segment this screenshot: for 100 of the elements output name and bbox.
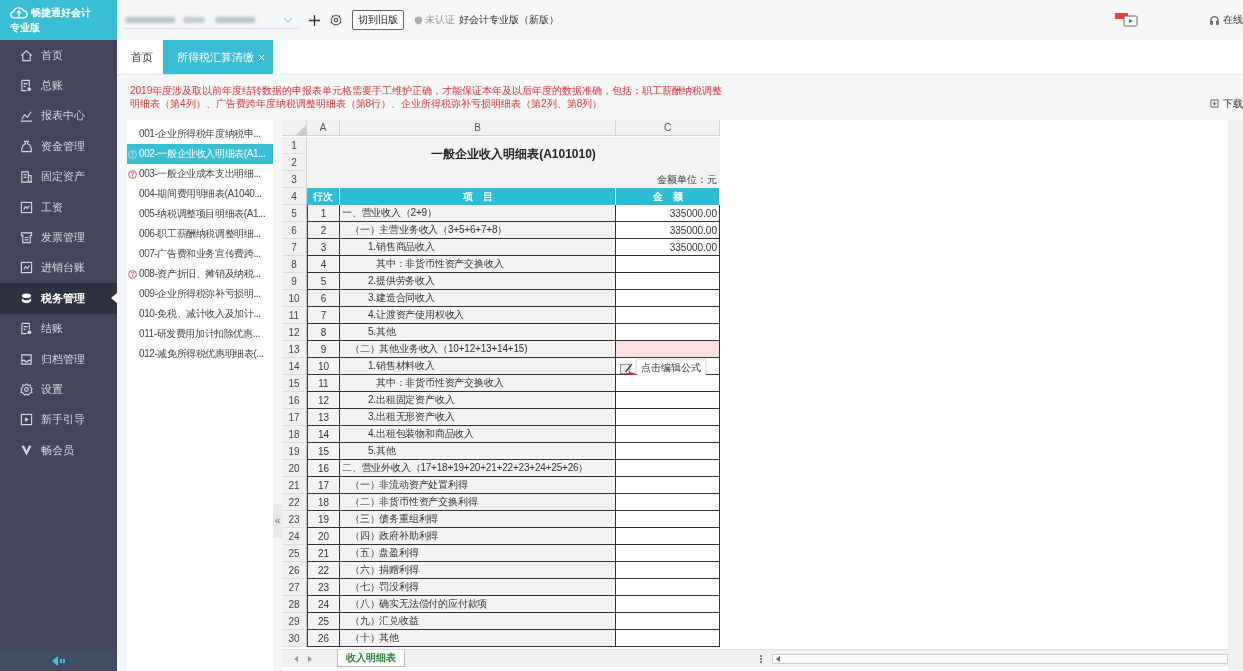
table-cell[interactable]: 点击编辑公式 bbox=[616, 358, 720, 375]
settings-icon[interactable] bbox=[330, 14, 342, 26]
download-button[interactable]: 下载 bbox=[1210, 96, 1243, 111]
row-number: 14 bbox=[282, 358, 307, 375]
sidebar-item[interactable]: 进销台账 bbox=[0, 252, 117, 284]
table-cell[interactable] bbox=[616, 477, 720, 494]
report-list-item[interactable]: 009-企业所得税弥补亏损明... bbox=[127, 284, 273, 304]
table-cell[interactable] bbox=[616, 630, 720, 647]
column-header[interactable]: C bbox=[616, 120, 720, 136]
sidebar-item[interactable]: 税务管理 bbox=[0, 283, 117, 314]
table-cell: （五）盘盈利得 bbox=[340, 545, 616, 562]
switch-old-version-button[interactable]: 切到旧版 bbox=[352, 10, 404, 30]
table-cell: 3.建造合同收入 bbox=[340, 290, 616, 307]
row-number: 22 bbox=[282, 494, 307, 511]
table-cell[interactable] bbox=[616, 443, 720, 460]
report-list-item[interactable]: 001-企业所得税年度纳税申... bbox=[127, 124, 273, 144]
sidebar-item[interactable]: 新手引导 bbox=[0, 404, 117, 436]
table-cell[interactable]: 335000.00 bbox=[616, 239, 720, 256]
settings-icon bbox=[20, 383, 33, 396]
product-name: 好会计专业版（新版） bbox=[459, 13, 559, 27]
vertical-scrollbar[interactable] bbox=[1228, 120, 1243, 671]
table-cell[interactable] bbox=[616, 528, 720, 545]
sheet-tab[interactable]: 收入明细表 bbox=[337, 650, 405, 667]
report-list-item[interactable]: 010-免税、减计收入及加计... bbox=[127, 304, 273, 324]
sidebar-item[interactable]: 报表中心 bbox=[0, 100, 117, 132]
table-cell[interactable] bbox=[616, 392, 720, 409]
table-cell[interactable] bbox=[616, 426, 720, 443]
table-cell: 1.销售材料收入 bbox=[340, 358, 616, 375]
table-cell[interactable] bbox=[616, 562, 720, 579]
table-cell: （一）主营业务收入（3+5+6+7+8） bbox=[340, 222, 616, 239]
table-cell[interactable] bbox=[616, 290, 720, 307]
row-number: 16 bbox=[282, 392, 307, 409]
table-cell[interactable] bbox=[616, 545, 720, 562]
sidebar-item[interactable]: 归档管理 bbox=[0, 343, 117, 375]
formula-edit-icon[interactable] bbox=[620, 362, 633, 374]
table-cell: 15 bbox=[307, 443, 340, 460]
table-cell[interactable] bbox=[616, 511, 720, 528]
table-cell: （四）政府补助利得 bbox=[340, 528, 616, 545]
sidebar-item[interactable]: 设置 bbox=[0, 374, 117, 405]
row-number: 12 bbox=[282, 324, 307, 341]
table-cell: 14 bbox=[307, 426, 340, 443]
headset-icon bbox=[1209, 14, 1220, 26]
sidebar-item[interactable]: 发票管理 bbox=[0, 222, 117, 253]
plus-icon[interactable] bbox=[309, 14, 320, 26]
table-cell[interactable] bbox=[616, 341, 720, 358]
sidebar-item[interactable]: 结账 bbox=[0, 313, 117, 344]
table-cell: 一、营业收入（2+9） bbox=[340, 205, 616, 222]
chevron-down-icon bbox=[283, 16, 293, 23]
table-cell[interactable] bbox=[616, 460, 720, 477]
report-list-item[interactable]: 004-期间费用明细表(A1040... bbox=[127, 184, 273, 204]
sidebar-item[interactable]: 总账 bbox=[0, 70, 117, 101]
table-cell: 5.其他 bbox=[340, 443, 616, 460]
table-cell[interactable]: 335000.00 bbox=[616, 222, 720, 239]
tab[interactable]: 首页 bbox=[121, 40, 163, 74]
collapse-panel-button[interactable]: « bbox=[273, 503, 282, 538]
table-cell: 1.销售商品收入 bbox=[340, 239, 616, 256]
table-cell[interactable] bbox=[616, 273, 720, 290]
table-cell: 12 bbox=[307, 392, 340, 409]
stack-icon bbox=[20, 291, 33, 305]
sidebar-item[interactable]: 工资 bbox=[0, 191, 117, 223]
sheet-title: 一般企业收入明细表(A101010) bbox=[307, 137, 720, 171]
table-cell: 4.让渡资产使用权收入 bbox=[340, 307, 616, 324]
tray-icon bbox=[20, 352, 33, 366]
table-cell: 7 bbox=[307, 307, 340, 324]
table-cell[interactable]: 335000.00 bbox=[616, 205, 720, 222]
sidebar-item[interactable]: 固定资产 bbox=[0, 161, 117, 192]
table-cell[interactable] bbox=[616, 324, 720, 341]
sidebar-item[interactable]: 首页 bbox=[0, 40, 117, 71]
table-cell: 6 bbox=[307, 290, 340, 307]
row-number: 11 bbox=[282, 307, 307, 324]
table-cell: 3.出租无形资产收入 bbox=[340, 409, 616, 426]
report-list-item[interactable]: 006-职工薪酬纳税调整明细... bbox=[127, 224, 273, 244]
online-service-button[interactable]: 在线 bbox=[1209, 13, 1243, 27]
table-cell[interactable] bbox=[616, 494, 720, 511]
column-header[interactable]: B bbox=[340, 120, 616, 136]
table-cell[interactable] bbox=[616, 409, 720, 426]
table-cell: （六）捐赠利得 bbox=[340, 562, 616, 579]
sidebar-item[interactable]: 畅会员 bbox=[0, 435, 117, 466]
horizontal-scrollbar[interactable] bbox=[772, 653, 1228, 664]
table-cell[interactable] bbox=[616, 307, 720, 324]
table-cell[interactable] bbox=[616, 375, 720, 392]
report-list-item[interactable]: 005-纳税调整项目明细表(A1... bbox=[127, 204, 273, 224]
report-list-item[interactable]: 008-资产折旧、摊销及纳税... bbox=[127, 264, 273, 284]
report-list-item[interactable]: 011-研发费用加计扣除优惠... bbox=[127, 324, 273, 344]
sidebar-item[interactable]: 资金管理 bbox=[0, 131, 117, 162]
report-list-item[interactable]: 012-减免所得税优惠明细表(... bbox=[127, 344, 273, 364]
table-cell[interactable] bbox=[616, 256, 720, 273]
report-list-item[interactable]: 007-广告费和业务宣传费跨... bbox=[127, 244, 273, 264]
table-cell: 13 bbox=[307, 409, 340, 426]
table-cell[interactable] bbox=[616, 613, 720, 630]
report-list-item[interactable]: 003-一般企业成本支出明细... bbox=[127, 164, 273, 184]
scroll-left-icon[interactable] bbox=[776, 655, 780, 662]
row-number: 2 bbox=[282, 154, 307, 171]
table-cell: 2.出租固定资产收入 bbox=[340, 392, 616, 409]
table-cell[interactable] bbox=[616, 596, 720, 613]
table-cell[interactable] bbox=[616, 579, 720, 596]
edition-label: 专业版 bbox=[10, 21, 41, 35]
column-header[interactable]: A bbox=[307, 120, 340, 136]
table-cell: 11 bbox=[307, 375, 340, 392]
new-video-icon[interactable] bbox=[1115, 13, 1139, 27]
